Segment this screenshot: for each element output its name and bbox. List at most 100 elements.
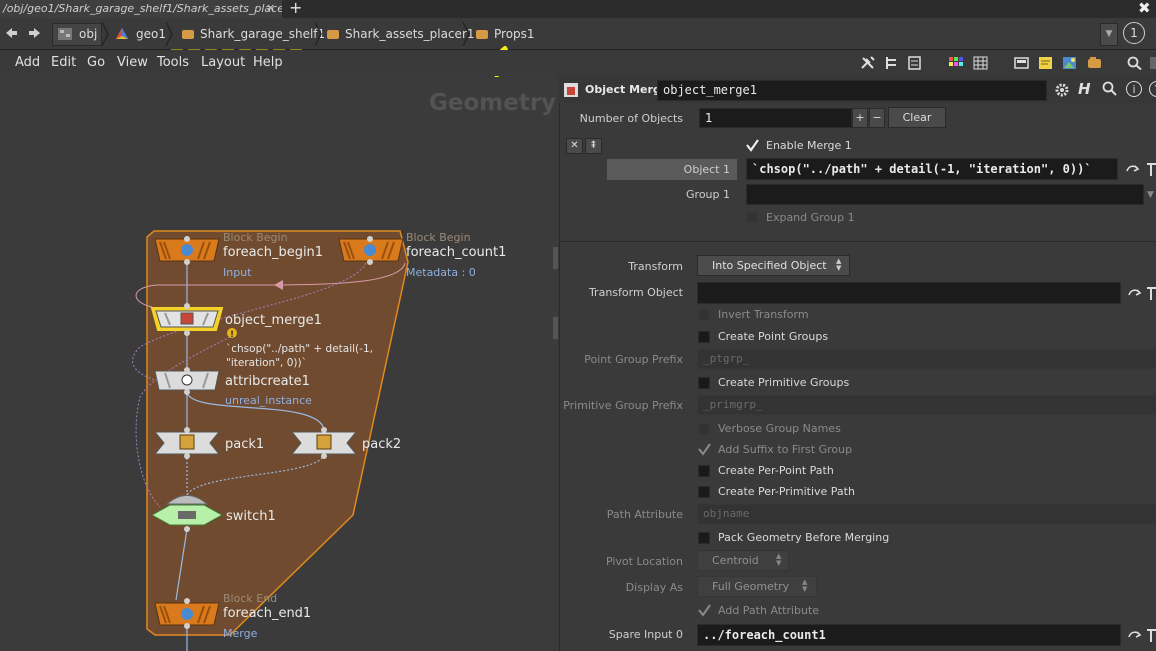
subnet-icon[interactable] xyxy=(1087,56,1103,70)
attribcreate-icon xyxy=(181,374,193,386)
enable-merge-checkbox[interactable] xyxy=(746,139,759,152)
crumb-obj[interactable]: obj xyxy=(79,24,97,44)
remove-instance-icon[interactable]: ✕ xyxy=(566,138,583,154)
per-point-path-checkbox[interactable] xyxy=(698,465,710,477)
network-splitter-handle xyxy=(553,317,558,339)
overflow-menu-icon[interactable] xyxy=(1147,284,1156,302)
add-suffix-checkbox[interactable] xyxy=(698,443,711,456)
tab-active-path[interactable]: /obj/geo1/Shark_garage_shelf1/Shark_asse… xyxy=(0,0,282,18)
path-attribute-label: Path Attribute xyxy=(606,508,683,521)
sticky-note-icon[interactable] xyxy=(1038,56,1054,70)
info-icon[interactable]: i xyxy=(1126,81,1142,97)
pivot-location-label: Pivot Location xyxy=(605,555,683,568)
menu-view[interactable]: View xyxy=(117,55,148,70)
wrench-icon[interactable] xyxy=(860,56,876,70)
foreach-end1-label[interactable]: foreach_end1 xyxy=(223,606,311,621)
number-of-objects-field[interactable]: 1 xyxy=(699,108,852,128)
per-primitive-path-checkbox[interactable] xyxy=(698,486,710,498)
overflow-menu-icon[interactable] xyxy=(1147,160,1156,178)
pack-geometry-label: Pack Geometry Before Merging xyxy=(718,531,890,544)
object-merge-icon xyxy=(180,312,194,325)
create-primitive-groups-checkbox[interactable] xyxy=(698,377,710,389)
updown-arrows-icon: ▲ ▼ xyxy=(802,578,808,593)
pack2-label[interactable]: pack2 xyxy=(362,437,401,452)
group1-field[interactable] xyxy=(746,184,1144,205)
invert-transform-label: Invert Transform xyxy=(718,308,809,321)
tab-close-icon[interactable]: × xyxy=(266,1,275,14)
add-tab-icon[interactable]: + xyxy=(289,0,302,17)
point-group-prefix-label: Point Group Prefix xyxy=(584,353,683,366)
object-merge1-label[interactable]: object_merge1 xyxy=(225,313,322,328)
enable-merge-label: Enable Merge 1 xyxy=(766,139,852,152)
clear-button[interactable]: Clear xyxy=(888,107,946,128)
increment-button[interactable]: + xyxy=(852,108,868,128)
create-point-groups-checkbox[interactable] xyxy=(698,331,710,343)
verbose-group-names-checkbox[interactable] xyxy=(698,423,710,435)
gear-icon[interactable] xyxy=(1053,81,1071,99)
object1-field[interactable]: `chsop("../path" + detail(-1, "iteration… xyxy=(746,158,1118,180)
insert-instance-icon[interactable]: ⇞ xyxy=(585,138,602,154)
foreach-begin1-icon xyxy=(181,244,193,256)
display-as-menu[interactable]: Full Geometry xyxy=(697,576,817,597)
switch1-label[interactable]: switch1 xyxy=(226,509,276,524)
close-pane-icon[interactable]: ✖ xyxy=(1138,0,1151,17)
transform-object-field[interactable] xyxy=(697,282,1121,304)
group-dropdown-arrow-icon[interactable]: ▼ xyxy=(1147,190,1154,200)
attribcreate1-sub: unreal_instance xyxy=(225,394,312,407)
menu-tools[interactable]: Tools xyxy=(157,55,189,70)
pin-button[interactable]: 1 xyxy=(1123,22,1145,44)
forward-arrow-icon[interactable] xyxy=(27,25,43,45)
menu-layout[interactable]: Layout xyxy=(201,55,245,70)
node-name-field[interactable]: object_merge1 xyxy=(657,80,1047,101)
foreach-begin1-sub: Input xyxy=(223,266,252,279)
spare-input-label: Spare Input 0 xyxy=(608,628,683,641)
overflow-menu-icon[interactable] xyxy=(1147,626,1156,644)
search-icon[interactable] xyxy=(1102,81,1118,97)
search-icon[interactable] xyxy=(1127,56,1143,71)
primitive-group-prefix-field[interactable]: _primgrp_ xyxy=(697,395,1156,415)
color-palette-icon[interactable] xyxy=(948,56,964,70)
point-group-prefix-field[interactable]: _ptgrp_ xyxy=(697,349,1156,369)
path-attribute-field[interactable]: objname xyxy=(697,504,1156,524)
pack-geometry-checkbox[interactable] xyxy=(698,532,710,544)
menu-help[interactable]: Help xyxy=(253,55,283,70)
switch-icon xyxy=(178,511,196,519)
menu-add[interactable]: Add xyxy=(15,55,40,70)
layout-icon[interactable] xyxy=(907,56,923,70)
menu-go[interactable]: Go xyxy=(87,55,105,70)
invert-transform-checkbox[interactable] xyxy=(698,309,710,321)
tree-icon[interactable] xyxy=(884,56,900,70)
path-dropdown-arrow-icon[interactable]: ▼ xyxy=(1100,23,1118,46)
node-chooser-icon[interactable] xyxy=(1127,628,1143,642)
section-divider xyxy=(559,241,1156,242)
object-merge1-comment: `chsop("../path" + detail(-1, "iteration… xyxy=(226,343,373,369)
object-merge-type-icon xyxy=(563,82,579,98)
foreach-begin1-label[interactable]: foreach_begin1 xyxy=(223,245,323,260)
create-point-groups-label: Create Point Groups xyxy=(718,330,829,343)
foreach-count1-icon xyxy=(364,244,376,256)
image-icon[interactable] xyxy=(1062,56,1078,70)
transform-menu[interactable]: Into Specified Object xyxy=(697,255,850,276)
node-chooser-icon[interactable] xyxy=(1127,286,1143,300)
decrement-button[interactable]: − xyxy=(869,108,885,128)
attribcreate1-label[interactable]: attribcreate1 xyxy=(225,374,310,389)
expand-group-checkbox[interactable] xyxy=(746,211,758,223)
grid-icon[interactable] xyxy=(973,56,989,70)
foreach-count1-type: Block Begin xyxy=(406,231,471,244)
pack1-label[interactable]: pack1 xyxy=(225,437,264,452)
primitive-group-prefix-label: Primitive Group Prefix xyxy=(563,399,683,412)
network-box-icon[interactable] xyxy=(1014,56,1030,70)
updown-arrows-icon: ▲ ▼ xyxy=(776,552,782,567)
help-h-icon[interactable]: H xyxy=(1078,80,1091,98)
svg-text:!: ! xyxy=(230,330,234,340)
foreach-count1-label[interactable]: foreach_count1 xyxy=(406,245,506,260)
add-path-attribute-checkbox[interactable] xyxy=(698,604,711,617)
verbose-group-names-label: Verbose Group Names xyxy=(718,422,841,435)
node-chooser-icon[interactable] xyxy=(1125,162,1141,176)
back-arrow-icon[interactable] xyxy=(3,25,19,45)
menu-edit[interactable]: Edit xyxy=(51,55,76,70)
foreach-end1-sub: Merge xyxy=(223,627,258,640)
panel-options-icon[interactable] xyxy=(1150,56,1156,70)
spare-input-field[interactable]: ../foreach_count1 xyxy=(697,624,1121,646)
subnet-folder-icon xyxy=(476,30,488,39)
